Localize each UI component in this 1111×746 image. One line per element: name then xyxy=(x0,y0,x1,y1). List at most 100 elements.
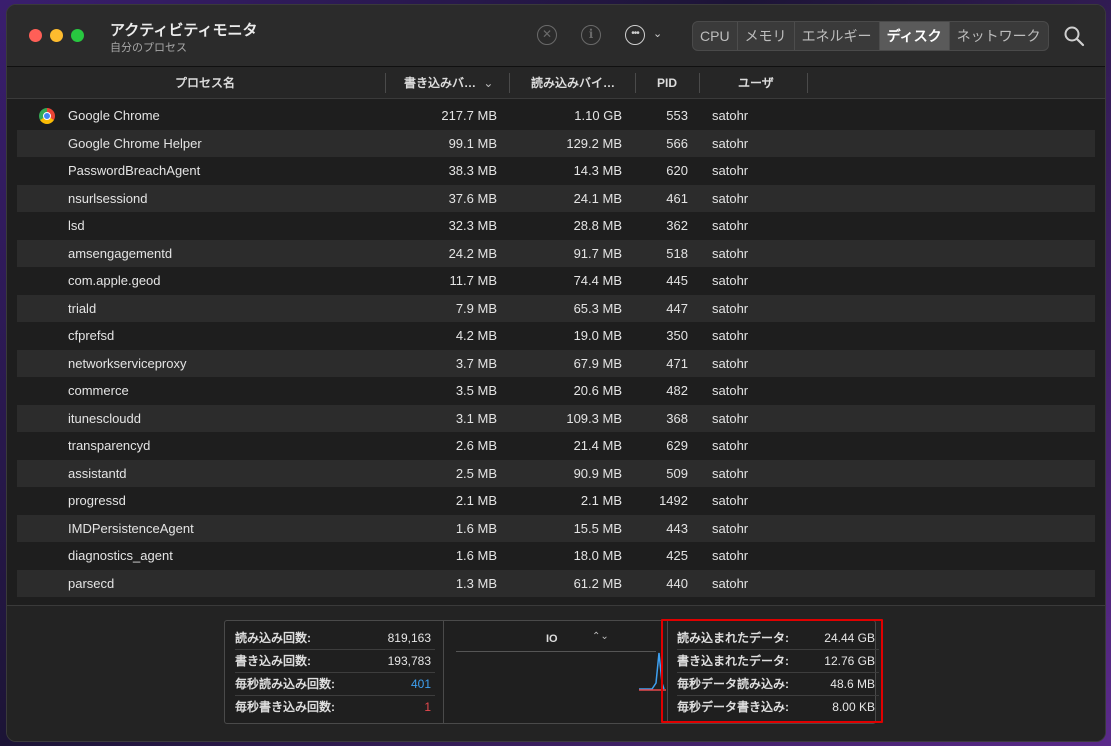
tab-disk[interactable]: ディスク xyxy=(879,22,950,50)
ellipsis-circle-icon[interactable]: ••• xyxy=(625,25,645,45)
read-activity-line xyxy=(639,652,665,690)
minimize-window-button[interactable] xyxy=(50,29,63,42)
tab-cpu[interactable]: CPU xyxy=(693,22,738,50)
cell-pid: 425 xyxy=(666,548,688,563)
stat-value: 8.00 KB xyxy=(832,700,875,714)
column-header-bytes-written[interactable]: 書き込みバ… ⌄ xyxy=(404,67,493,99)
cell-bytes-read: 74.4 MB xyxy=(573,273,622,288)
cell-user: satohr xyxy=(712,135,749,151)
summary-panel: 読み込み回数: 819,163 書き込み回数: 193,783 毎秒読み込み回数: 401… xyxy=(7,605,1105,741)
cell-process-name: assistantd xyxy=(68,465,127,481)
cell-pid: 447 xyxy=(666,300,688,316)
cell-bytes-read: 67.9 MB xyxy=(573,355,622,371)
table-row[interactable]: IMDPersistenceAgent 1.6 MB 15.5 MB 443 satoh… xyxy=(17,514,1095,542)
cell-bytes-written: 11.7 MB xyxy=(449,273,497,288)
table-row[interactable]: PasswordBreachAgent 38.3 MB 14.3 MB 620 sato… xyxy=(17,157,1095,185)
cell-user: satohr xyxy=(712,575,749,591)
cell-user: satohr xyxy=(712,520,749,536)
io-activity-chart xyxy=(639,652,666,691)
app-subtitle[interactable]: 自分のプロセス xyxy=(110,39,187,55)
table-row[interactable]: commerce 3.5 MB 20.6 MB 482 satohr xyxy=(17,377,1095,405)
cell-bytes-read: 129.2 MB xyxy=(566,135,622,151)
stat-label: 毎秒読み込み回数: xyxy=(235,677,335,691)
stat-label: 毎秒データ書き込み: xyxy=(677,700,789,714)
tab-network[interactable]: ネットワーク xyxy=(950,22,1048,50)
cell-process-name: commerce xyxy=(68,383,129,398)
table-row[interactable]: Google Chrome 217.7 MB 1.10 GB 553 satohr xyxy=(17,102,1095,130)
cell-process-name: IMDPersistenceAgent xyxy=(68,520,194,536)
table-row[interactable]: cfprefsd 4.2 MB 19.0 MB 350 satohr xyxy=(17,322,1095,350)
info-icon[interactable]: i xyxy=(581,25,601,45)
cell-bytes-read: 90.9 MB xyxy=(573,465,622,481)
chevron-down-icon[interactable]: ⌄ xyxy=(653,27,662,40)
table-row[interactable]: Google Chrome Helper 99.1 MB 129.2 MB 566 sa… xyxy=(17,129,1095,157)
cell-process-name: triald xyxy=(68,300,97,316)
stat-label: 毎秒書き込み回数: xyxy=(235,700,335,714)
app-title: アクティビティモニタ xyxy=(110,22,258,39)
close-window-button[interactable] xyxy=(29,29,42,42)
x-circle-icon[interactable]: ✕ xyxy=(537,25,557,45)
table-row[interactable]: transparencyd 2.6 MB 21.4 MB 629 satohr xyxy=(17,432,1095,460)
cell-bytes-read: 2.1 MB xyxy=(580,493,622,508)
cell-pid: 620 xyxy=(666,163,688,178)
cell-pid: 350 xyxy=(666,328,688,343)
cell-user: satohr xyxy=(712,190,749,206)
stat-label: 毎秒データ読み込み: xyxy=(677,677,789,691)
cell-pid: 443 xyxy=(666,520,688,536)
column-header-process-name[interactable]: プロセス名 xyxy=(175,67,235,99)
table-row[interactable]: progressd 2.1 MB 2.1 MB 1492 satohr xyxy=(17,487,1095,515)
cell-process-name: PasswordBreachAgent xyxy=(68,163,201,178)
process-table: Google Chrome 217.7 MB 1.10 GB 553 satohr Goo… xyxy=(17,102,1095,597)
cell-user: satohr xyxy=(712,383,749,398)
title-bar: アクティビティモニタ 自分のプロセス ✕ i ••• ⌄ CPU メモリ エネル… xyxy=(7,5,1105,67)
cell-bytes-written: 217.7 MB xyxy=(441,108,497,123)
table-row[interactable]: triald 7.9 MB 65.3 MB 447 satohr xyxy=(17,294,1095,322)
zoom-window-button[interactable] xyxy=(71,29,84,42)
cell-bytes-written: 32.3 MB xyxy=(448,218,497,233)
table-row[interactable]: assistantd 2.5 MB 90.9 MB 509 satohr xyxy=(17,459,1095,487)
cell-pid: 566 xyxy=(666,135,688,151)
cell-bytes-written: 1.6 MB xyxy=(455,520,497,536)
sort-chevron-icon: ⌄ xyxy=(483,76,494,90)
cell-bytes-written: 7.9 MB xyxy=(455,300,497,316)
table-row[interactable]: diagnostics_agent 1.6 MB 18.0 MB 425 satohr xyxy=(17,542,1095,570)
cell-bytes-written: 38.3 MB xyxy=(448,163,497,178)
stat-row: 書き込まれたデータ: 12.76 GB xyxy=(677,650,879,673)
cell-process-name: lsd xyxy=(68,218,85,233)
chrome-app-icon xyxy=(39,108,55,124)
tab-memory[interactable]: メモリ xyxy=(738,22,795,50)
table-row[interactable]: com.apple.geod 11.7 MB 74.4 MB 445 satohr xyxy=(17,267,1095,295)
cell-pid: 461 xyxy=(666,190,688,206)
stat-row: 読み込み回数: 819,163 xyxy=(235,627,435,650)
stat-row: 毎秒データ書き込み: 8.00 KB xyxy=(677,696,879,719)
cell-pid: 362 xyxy=(666,218,688,233)
cell-pid: 482 xyxy=(666,383,688,398)
table-row[interactable]: nsurlsessiond 37.6 MB 24.1 MB 461 satohr xyxy=(17,184,1095,212)
cell-bytes-written: 2.1 MB xyxy=(455,493,497,508)
magnifier-icon[interactable] xyxy=(1063,25,1085,47)
stat-label: 読み込まれたデータ: xyxy=(677,631,789,645)
data-totals: 読み込まれたデータ: 24.44 GB 書き込まれたデータ: 12.76 GB 毎秒デー… xyxy=(677,627,879,719)
table-row[interactable]: lsd 32.3 MB 28.8 MB 362 satohr xyxy=(17,212,1095,240)
tab-energy[interactable]: エネルギー xyxy=(795,22,880,50)
cell-bytes-written: 2.6 MB xyxy=(455,438,497,453)
cell-pid: 471 xyxy=(666,355,688,371)
cell-pid: 553 xyxy=(666,108,688,123)
column-header-pid[interactable]: PID xyxy=(657,67,677,99)
column-header-bytes-read[interactable]: 読み込みバイ… xyxy=(531,67,615,99)
cell-process-name: diagnostics_agent xyxy=(68,548,173,563)
cell-bytes-read: 65.3 MB xyxy=(573,300,622,316)
cell-pid: 445 xyxy=(666,273,688,288)
io-graph: IO ⌃⌄ xyxy=(443,621,668,723)
stat-value: 24.44 GB xyxy=(824,631,875,645)
stat-row: 毎秒データ読み込み: 48.6 MB xyxy=(677,673,879,696)
table-row[interactable]: amsengagementd 24.2 MB 91.7 MB 518 satohr xyxy=(17,239,1095,267)
table-row[interactable]: itunescloudd 3.1 MB 109.3 MB 368 satohr xyxy=(17,404,1095,432)
stat-row: 毎秒読み込み回数: 401 xyxy=(235,673,435,696)
tab-segmented-control: CPU メモリ エネルギー ディスク ネットワーク xyxy=(692,21,1049,51)
table-row[interactable]: parsecd 1.3 MB 61.2 MB 440 satohr xyxy=(17,569,1095,597)
column-header-user[interactable]: ユーザ xyxy=(738,67,774,99)
cell-bytes-written: 3.1 MB xyxy=(455,410,497,426)
cell-bytes-written: 4.2 MB xyxy=(455,328,497,343)
table-row[interactable]: networkserviceproxy 3.7 MB 67.9 MB 471 satoh… xyxy=(17,349,1095,377)
